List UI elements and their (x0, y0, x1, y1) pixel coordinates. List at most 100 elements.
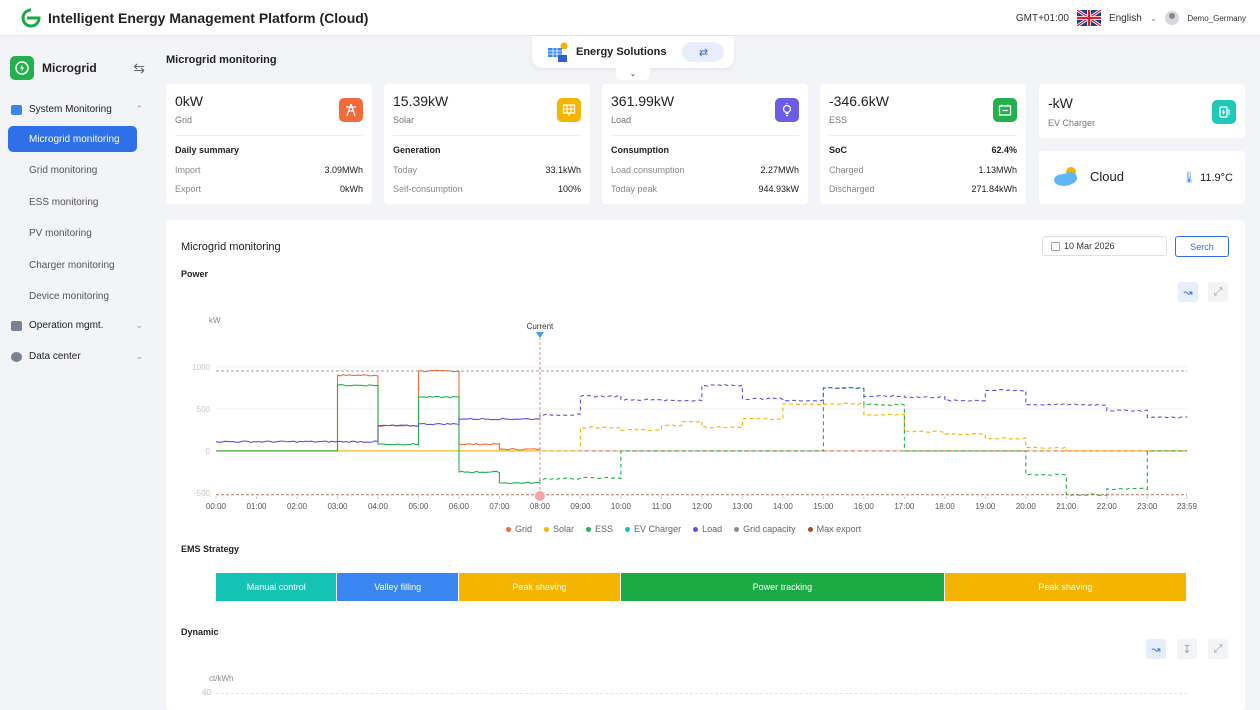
download-icon[interactable]: ↧ (1177, 639, 1197, 659)
solar-card: 15.39kW Solar Generation Today 33.1kWh Se… (384, 84, 590, 204)
operation-icon (11, 320, 22, 331)
today-peak-label: Today peak (611, 184, 658, 194)
legend-item[interactable]: Grid capacity (734, 524, 796, 534)
x-tick-label: 19:00 (975, 502, 996, 511)
x-tick-label: 05:00 (408, 502, 429, 511)
load-consumption-label: Load consumption (611, 165, 685, 175)
current-marker-label: Current (527, 322, 554, 331)
chevron-down-icon[interactable]: ⌄ (1150, 13, 1158, 24)
legend-item[interactable]: ESS (586, 524, 613, 534)
language-select[interactable]: English (1109, 13, 1142, 24)
sidebar-group-system-monitoring[interactable]: System Monitoring ⌃ (11, 104, 145, 115)
date-picker[interactable]: 10 Mar 2026 (1042, 236, 1167, 256)
x-tick-label: 04:00 (368, 502, 389, 511)
switch-icon[interactable]: ⇆ (133, 60, 145, 77)
solar-label: Solar (393, 115, 415, 125)
sidebar-item-pv-monitoring[interactable]: PV monitoring (8, 220, 137, 246)
self-consumption-label: Self-consumption (393, 184, 463, 194)
x-tick-label: 09:00 (570, 502, 591, 511)
x-tick-label: 13:00 (732, 502, 753, 511)
ems-segment: Peak shaving (944, 573, 1187, 601)
dynamic-unit-label: ct/kWh (209, 674, 234, 683)
charged-value: 1.13MWh (978, 165, 1017, 175)
sidebar-group-label: Data center (29, 351, 81, 362)
load-consumption-value: 2.27MWh (760, 165, 799, 175)
panel-title: Microgrid monitoring (181, 241, 281, 253)
x-tick-label: 18:00 (935, 502, 956, 511)
legend-item[interactable]: Max export (807, 524, 862, 534)
collapse-chevron-icon[interactable]: ⌄ (616, 68, 650, 80)
ess-value: -346.6kW (829, 93, 889, 109)
energy-solutions-switcher[interactable]: Energy Solutions ⇄ (532, 36, 734, 68)
ess-card: -346.6kW ESS SoC 62.4% Charged 1.13MWh Di… (820, 84, 1026, 204)
solar-value: 15.39kW (393, 93, 449, 109)
x-tick-label: 15:00 (813, 502, 834, 511)
uk-flag-icon[interactable] (1076, 10, 1101, 26)
light-bulb-icon (775, 98, 799, 122)
legend-item[interactable]: EV Charger (625, 524, 681, 534)
legend-label: Max export (816, 524, 862, 534)
import-value: 3.09MWh (324, 165, 363, 175)
date-value: 10 Mar 2026 (1064, 241, 1115, 251)
app-title: Intelligent Energy Management Platform (… (48, 9, 369, 26)
x-tick-label: 11:00 (652, 502, 672, 511)
load-value: 361.99kW (611, 93, 675, 109)
chevron-down-icon[interactable]: ⌄ (135, 351, 143, 362)
top-bar: Intelligent Energy Management Platform (… (0, 0, 1260, 36)
chevron-down-icon[interactable]: ⌄ (135, 320, 143, 331)
timezone-label: GMT+01:00 (1015, 12, 1069, 24)
x-tick-label: 21:00 (1056, 502, 1077, 511)
current-marker-triangle (535, 332, 544, 338)
ems-segment: Peak shaving (458, 573, 621, 601)
sidebar-item-grid-monitoring[interactable]: Grid monitoring (8, 157, 137, 183)
legend-dot-icon (544, 526, 550, 532)
ems-segment: Power tracking (620, 573, 945, 601)
fullscreen-icon[interactable]: ⤢ (1208, 282, 1228, 302)
chevron-up-icon[interactable]: ⌃ (135, 104, 143, 115)
grid-tower-icon (339, 98, 363, 122)
load-section-title: Consumption (611, 145, 669, 155)
sidebar-group-operation-mgmt[interactable]: Operation mgmt. ⌄ (11, 320, 145, 331)
legend-label: EV Charger (634, 524, 682, 534)
ev-charger-value: -kW (1048, 95, 1073, 111)
load-label: Load (611, 115, 632, 125)
legend-dot-icon (734, 526, 740, 532)
solar-panel-icon (557, 98, 581, 122)
ems-strategy-bar: Manual control Valley filling Peak shaving… (216, 573, 1187, 601)
today-label: Today (393, 165, 418, 175)
ems-segment: Valley filling (337, 573, 459, 601)
sidebar-item-charger-monitoring[interactable]: Charger monitoring (8, 252, 137, 278)
import-label: Import (175, 165, 201, 175)
fullscreen-icon[interactable]: ⤢ (1208, 639, 1228, 659)
charged-label: Charged (829, 165, 864, 175)
sidebar-item-microgrid-monitoring[interactable]: Microgrid monitoring (8, 126, 137, 152)
search-button[interactable]: Serch (1175, 236, 1229, 257)
sidebar-group-data-center[interactable]: Data center ⌄ (11, 351, 145, 362)
weather-card: Cloud 🌡 11.9°C (1039, 151, 1245, 204)
swap-icon[interactable]: ⇄ (682, 42, 725, 62)
sidebar-item-ess-monitoring[interactable]: ESS monitoring (8, 189, 137, 215)
line-chart-icon[interactable]: ↝ (1146, 639, 1166, 659)
series-forecast-solar (542, 402, 1187, 452)
monitor-chart-icon (11, 104, 22, 115)
x-tick-label: 06:00 (449, 502, 470, 511)
x-tick-label: 23:00 (1137, 502, 1158, 511)
dynamic-y-tick: 40 (202, 688, 211, 697)
energy-solutions-label: Energy Solutions (576, 46, 667, 58)
weather-temperature: 🌡 11.9°C (1182, 171, 1233, 184)
power-section-label: Power (181, 269, 209, 279)
sidebar-item-device-monitoring[interactable]: Device monitoring (8, 283, 137, 309)
legend-item[interactable]: Solar (544, 524, 574, 534)
x-tick-label: 22:00 (1097, 502, 1118, 511)
calendar-icon (1051, 241, 1060, 251)
line-chart-icon[interactable]: ↝ (1178, 282, 1198, 302)
legend-item[interactable]: Load (693, 524, 722, 534)
user-name[interactable]: Demo_Germany (1187, 14, 1246, 23)
current-marker-dot (534, 491, 545, 501)
x-tick-label: 08:00 (530, 502, 551, 511)
self-consumption-value: 100% (557, 184, 581, 194)
export-value: 0kWh (339, 184, 363, 194)
series-forecast-load (542, 384, 1188, 419)
user-avatar-icon[interactable] (1165, 11, 1180, 25)
legend-item[interactable]: Grid (506, 524, 532, 534)
